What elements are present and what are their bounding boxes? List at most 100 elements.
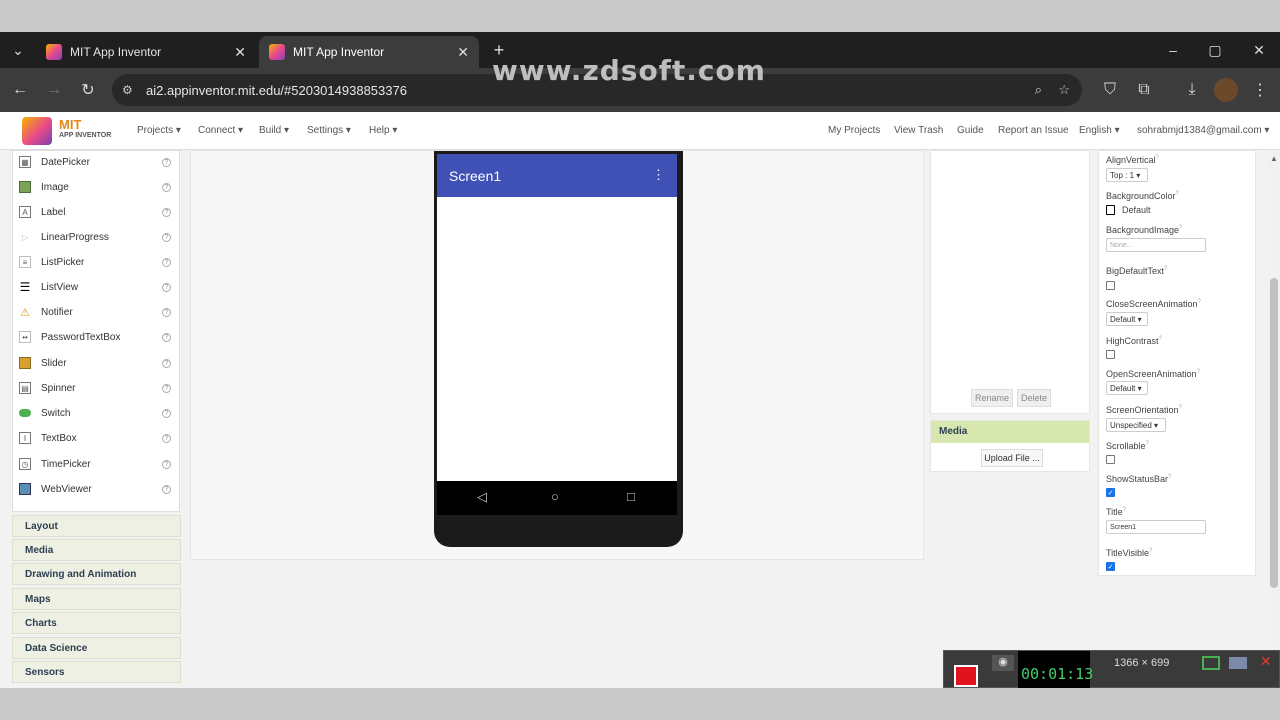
minimize-button[interactable]: – [1152, 32, 1194, 68]
backgroundimage-field[interactable]: None... [1106, 238, 1206, 252]
palette-item-listview[interactable]: ☰ ListView? [19, 277, 175, 297]
screen-title-bar: Screen1 ⋮ [437, 154, 677, 197]
help-icon[interactable]: ? [162, 257, 171, 267]
palette-item-textbox[interactable]: I TextBox? [19, 428, 175, 448]
help-icon[interactable]: ? [162, 282, 171, 292]
page-scrollbar[interactable]: ▲ [1268, 150, 1280, 688]
account-menu[interactable]: sohrabmjd1384@gmail.com ▾ [1137, 125, 1269, 136]
minimize-recorder-icon[interactable] [1229, 657, 1247, 669]
upload-file-button[interactable]: Upload File ... [981, 449, 1043, 467]
scrollbar-thumb[interactable] [1270, 278, 1278, 588]
category-maps[interactable]: Maps [12, 588, 181, 610]
backgroundcolor-value[interactable]: Default [1122, 205, 1151, 215]
language-menu[interactable]: English ▾ [1079, 125, 1120, 136]
screen-canvas[interactable] [437, 197, 677, 481]
help-icon[interactable]: ? [162, 484, 171, 494]
help-icon[interactable]: ? [162, 408, 171, 418]
link-guide[interactable]: Guide [957, 125, 984, 136]
close-recorder-icon[interactable]: ✕ [1260, 653, 1272, 670]
back-icon[interactable]: ← [8, 78, 32, 102]
download-icon[interactable]: ⤓ [1180, 78, 1204, 102]
extensions-icon[interactable]: ⧉ [1132, 78, 1156, 102]
category-data-science[interactable]: Data Science [12, 637, 181, 659]
palette-item-timepicker[interactable]: ◷ TimePicker? [19, 454, 175, 474]
tab-search-icon[interactable]: ⌄ [0, 32, 36, 68]
palette-item-slider[interactable]: Slider? [19, 353, 175, 373]
scrollable-checkbox[interactable] [1106, 455, 1115, 464]
palette-item-passwordtextbox[interactable]: •• PasswordTextBox? [19, 327, 175, 347]
shield-icon[interactable]: ⛉ [1098, 78, 1122, 102]
screenorientation-dropdown[interactable]: Unspecified ▾ [1106, 418, 1166, 432]
palette-item-switch[interactable]: Switch? [19, 403, 175, 423]
palette-item-datepicker[interactable]: ▦ DatePicker? [19, 152, 175, 172]
showstatusbar-checkbox[interactable]: ✓ [1106, 488, 1115, 497]
record-stop-button[interactable] [954, 665, 978, 687]
palette-item-label: ListView [41, 281, 79, 293]
back-nav-icon: ◁ [477, 489, 487, 504]
palette-item-webviewer[interactable]: WebViewer? [19, 479, 175, 499]
browser-tab-1[interactable]: MIT App Inventor ✕ [36, 36, 256, 68]
forward-icon[interactable]: → [42, 78, 66, 102]
label-icon: A [19, 206, 31, 218]
openscreenanimation-dropdown[interactable]: Default ▾ [1106, 381, 1148, 395]
help-icon[interactable]: ? [162, 358, 171, 368]
menu-settings[interactable]: Settings ▾ [307, 125, 351, 136]
prop-openscreenanimation-label: OpenScreenAnimation? [1106, 369, 1200, 379]
palette-item-listpicker[interactable]: ≡ ListPicker? [19, 252, 175, 272]
color-swatch-icon[interactable] [1106, 205, 1115, 215]
palette-item-label[interactable]: A Label? [19, 202, 175, 222]
menu-connect[interactable]: Connect ▾ [198, 125, 243, 136]
help-icon[interactable]: ? [162, 207, 171, 217]
close-tab-icon[interactable]: ✕ [234, 44, 246, 61]
link-view-trash[interactable]: View Trash [894, 125, 943, 136]
link-my-projects[interactable]: My Projects [828, 125, 880, 136]
highcontrast-checkbox[interactable] [1106, 350, 1115, 359]
delete-button[interactable]: Delete [1017, 389, 1051, 407]
category-drawing-animation[interactable]: Drawing and Animation [12, 563, 181, 585]
palette-item-linearprogress[interactable]: ▷ LinearProgress? [19, 227, 175, 247]
category-layout[interactable]: Layout [12, 515, 181, 537]
category-media[interactable]: Media [12, 539, 181, 561]
menu-help[interactable]: Help ▾ [369, 125, 397, 136]
palette-item-notifier[interactable]: ⚠ Notifier? [19, 302, 175, 322]
mit-logo-icon[interactable] [22, 117, 52, 145]
category-charts[interactable]: Charts [12, 612, 181, 634]
browser-tab-2[interactable]: MIT App Inventor ✕ [259, 36, 479, 68]
zoom-icon[interactable]: ⌕ [1035, 82, 1042, 98]
help-icon[interactable]: ? [162, 459, 171, 469]
close-window-button[interactable]: ✕ [1238, 32, 1280, 68]
titlevisible-checkbox[interactable]: ✓ [1106, 562, 1115, 571]
menu-projects[interactable]: Projects ▾ [137, 125, 181, 136]
link-report-issue[interactable]: Report an Issue [998, 125, 1069, 136]
camera-icon[interactable]: ◉ [992, 655, 1014, 671]
alignvertical-dropdown[interactable]: Top : 1 ▾ [1106, 168, 1148, 182]
palette-item-spinner[interactable]: ▤ Spinner? [19, 378, 175, 398]
bookmark-star-icon[interactable]: ☆ [1058, 82, 1070, 98]
browser-menu-icon[interactable]: ⋮ [1248, 78, 1272, 102]
close-tab-icon[interactable]: ✕ [457, 44, 469, 61]
closescreenanimation-dropdown[interactable]: Default ▾ [1106, 312, 1148, 326]
bigdefaulttext-checkbox[interactable] [1106, 281, 1115, 290]
restore-button[interactable]: ▢ [1194, 32, 1236, 68]
region-icon[interactable] [1202, 656, 1220, 670]
help-icon[interactable]: ? [162, 232, 171, 242]
help-icon[interactable]: ? [162, 383, 171, 393]
palette-item-image[interactable]: Image? [19, 177, 175, 197]
title-field[interactable]: Screen1 [1106, 520, 1206, 534]
menu-build[interactable]: Build ▾ [259, 125, 289, 136]
slider-icon [19, 357, 31, 369]
rename-button[interactable]: Rename [971, 389, 1013, 407]
app-inventor-favicon [269, 44, 285, 60]
help-icon[interactable]: ? [162, 433, 171, 443]
site-info-icon[interactable]: ⚙ [122, 83, 133, 97]
scroll-up-icon[interactable]: ▲ [1270, 154, 1278, 163]
help-icon[interactable]: ? [162, 182, 171, 192]
category-sensors[interactable]: Sensors [12, 661, 181, 683]
help-icon[interactable]: ? [162, 157, 171, 167]
reload-icon[interactable]: ↻ [76, 78, 100, 102]
help-icon[interactable]: ? [162, 307, 171, 317]
help-icon[interactable]: ? [162, 332, 171, 342]
app-header: MIT APP INVENTOR Projects ▾ Connect ▾ Bu… [0, 112, 1280, 150]
profile-avatar[interactable] [1214, 78, 1238, 102]
palette-panel: ▦ DatePicker? Image? A Label? ▷ LinearProgr… [12, 150, 180, 512]
